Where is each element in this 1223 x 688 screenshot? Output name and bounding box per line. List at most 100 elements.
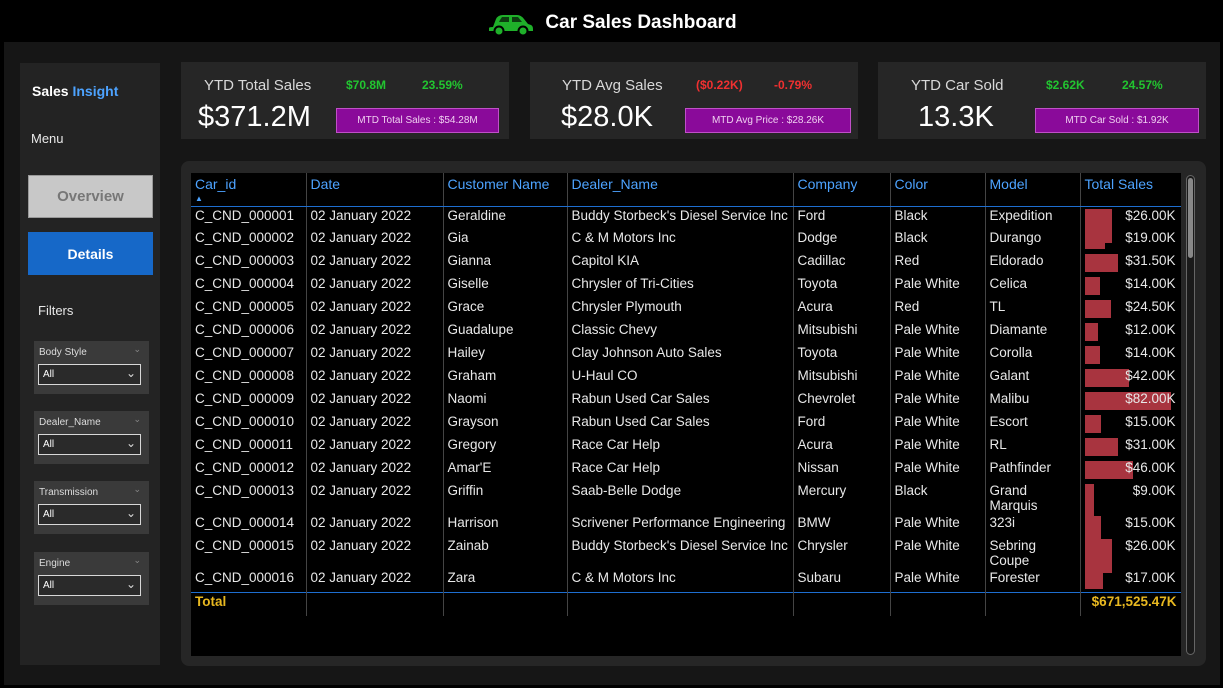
- column-header-dealer-name[interactable]: Dealer_Name: [567, 173, 794, 207]
- cell-car-id: C_CND_000011: [191, 436, 307, 459]
- table-row[interactable]: C_CND_000005 02 January 2022 Grace Chrysler…: [191, 298, 1181, 321]
- cell-company: Mercury: [793, 482, 891, 514]
- column-header-color[interactable]: Color: [890, 173, 986, 207]
- cell-date: 02 January 2022: [306, 229, 444, 252]
- column-header-company[interactable]: Company: [793, 173, 891, 207]
- kpi-ytd-car-sold: YTD Car Sold $2.62K 24.57% 13.3K MTD Car…: [878, 62, 1206, 139]
- chevron-down-icon[interactable]: ⌄: [133, 484, 141, 495]
- cell-car-id: C_CND_000013: [191, 482, 307, 514]
- table-row[interactable]: C_CND_000006 02 January 2022 Guadalupe Clas…: [191, 321, 1181, 344]
- sales-data-bar: [1084, 300, 1111, 318]
- cell-date: 02 January 2022: [306, 390, 444, 413]
- table-row[interactable]: C_CND_000002 02 January 2022 Gia C & M Moto…: [191, 229, 1181, 252]
- sales-value: $15.00K: [1125, 414, 1176, 429]
- table-row[interactable]: C_CND_000012 02 January 2022 Amar'E Race Ca…: [191, 459, 1181, 482]
- cell-total-sales: $15.00K: [1080, 413, 1181, 436]
- cell-car-id: C_CND_000014: [191, 514, 307, 537]
- cell-car-id: C_CND_000012: [191, 459, 307, 482]
- chevron-down-icon: ⌄: [125, 366, 136, 380]
- cell-customer-name: Giselle: [443, 275, 568, 298]
- sales-data-bar: [1084, 438, 1118, 456]
- cell-date: 02 January 2022: [306, 514, 444, 537]
- cell-customer-name: Zara: [443, 569, 568, 592]
- cell-company: Ford: [793, 206, 891, 229]
- overview-button[interactable]: Overview: [28, 175, 153, 218]
- cell-model: Eldorado: [985, 252, 1081, 275]
- table-row[interactable]: C_CND_000010 02 January 2022 Grayson Rabun …: [191, 413, 1181, 436]
- cell-model: Diamante: [985, 321, 1081, 344]
- scrollbar-thumb[interactable]: [1188, 178, 1193, 258]
- cell-total-sales: $31.50K: [1080, 252, 1181, 275]
- table-row[interactable]: C_CND_000008 02 January 2022 Graham U-Haul …: [191, 367, 1181, 390]
- sales-value: $17.00K: [1125, 570, 1176, 585]
- table-row[interactable]: C_CND_000016 02 January 2022 Zara C & M Mot…: [191, 569, 1181, 592]
- cell-customer-name: Gia: [443, 229, 568, 252]
- table-row[interactable]: C_CND_000009 02 January 2022 Naomi Rabun Us…: [191, 390, 1181, 413]
- cell-company: Nissan: [793, 459, 891, 482]
- cell-car-id: C_CND_000002: [191, 229, 307, 252]
- body-style-dropdown[interactable]: All ⌄: [38, 364, 141, 385]
- sales-value: $24.50K: [1125, 299, 1176, 314]
- column-header-customer-name[interactable]: Customer Name: [443, 173, 568, 207]
- table-row[interactable]: C_CND_000007 02 January 2022 Hailey Clay Jo…: [191, 344, 1181, 367]
- cell-total-sales: $26.00K: [1080, 537, 1181, 573]
- cell-model: RL: [985, 436, 1081, 459]
- table-body: C_CND_000001 02 January 2022 Geraldine Budd…: [191, 206, 1181, 592]
- cell-car-id: C_CND_000015: [191, 537, 307, 569]
- cell-date: 02 January 2022: [306, 298, 444, 321]
- column-header-total-sales[interactable]: Total Sales: [1080, 173, 1181, 207]
- column-header-model[interactable]: Model: [985, 173, 1081, 207]
- cell-company: Toyota: [793, 344, 891, 367]
- sales-value: $82.00K: [1125, 391, 1176, 406]
- details-table-wrap: Car_id ▲ Date Customer Name Dealer_Name C…: [191, 173, 1181, 656]
- sales-value: $26.00K: [1125, 538, 1176, 553]
- cell-model: Galant: [985, 367, 1081, 390]
- table-row[interactable]: C_CND_000013 02 January 2022 Griffin Saab-B…: [191, 482, 1181, 518]
- dropdown-value: All: [43, 580, 55, 591]
- table-row[interactable]: C_CND_000004 02 January 2022 Giselle Chrysl…: [191, 275, 1181, 298]
- cell-customer-name: Hailey: [443, 344, 568, 367]
- cell-color: Pale White: [890, 537, 986, 569]
- total-empty-cell: [567, 591, 794, 616]
- table-row[interactable]: C_CND_000003 02 January 2022 Gianna Capitol…: [191, 252, 1181, 275]
- details-button[interactable]: Details: [28, 232, 153, 275]
- sidebar: Sales Insight Menu Overview Details Filt…: [20, 63, 160, 665]
- column-header-car-id[interactable]: Car_id ▲: [191, 173, 307, 207]
- cell-customer-name: Griffin: [443, 482, 568, 514]
- cell-customer-name: Graham: [443, 367, 568, 390]
- transmission-dropdown[interactable]: All ⌄: [38, 504, 141, 525]
- cell-model: Expedition: [985, 206, 1081, 229]
- sales-value: $14.00K: [1125, 345, 1176, 360]
- table-row[interactable]: C_CND_000001 02 January 2022 Geraldine Budd…: [191, 206, 1181, 243]
- cell-date: 02 January 2022: [306, 482, 444, 514]
- kpi-delta-percent: 23.59%: [422, 78, 463, 92]
- page-title: Car Sales Dashboard: [545, 11, 737, 33]
- cell-total-sales: $19.00K: [1080, 229, 1181, 252]
- chevron-down-icon[interactable]: ⌄: [133, 344, 141, 355]
- chevron-down-icon[interactable]: ⌄: [133, 414, 141, 425]
- cell-car-id: C_CND_000004: [191, 275, 307, 298]
- dealer-name-dropdown[interactable]: All ⌄: [38, 434, 141, 455]
- cell-date: 02 January 2022: [306, 252, 444, 275]
- slicer-title: Dealer_Name: [39, 417, 101, 428]
- table-row[interactable]: C_CND_000015 02 January 2022 Zainab Buddy S…: [191, 537, 1181, 573]
- table-row[interactable]: C_CND_000014 02 January 2022 Harrison Scriv…: [191, 514, 1181, 550]
- column-header-date[interactable]: Date: [306, 173, 444, 207]
- kpi-value: 13.3K: [918, 101, 994, 133]
- cell-model: Escort: [985, 413, 1081, 436]
- cell-total-sales: $14.00K: [1080, 275, 1181, 298]
- chevron-down-icon[interactable]: ⌄: [133, 555, 141, 566]
- table-row[interactable]: C_CND_000011 02 January 2022 Gregory Race C…: [191, 436, 1181, 459]
- cell-date: 02 January 2022: [306, 344, 444, 367]
- vertical-scrollbar[interactable]: [1186, 175, 1195, 655]
- cell-date: 02 January 2022: [306, 413, 444, 436]
- cell-company: Acura: [793, 298, 891, 321]
- cell-dealer-name: Buddy Storbeck's Diesel Service Inc: [567, 206, 794, 229]
- cell-color: Pale White: [890, 344, 986, 367]
- cell-dealer-name: Saab-Belle Dodge: [567, 482, 794, 514]
- cell-customer-name: Grace: [443, 298, 568, 321]
- table-total-row: Total $671,525.47K: [191, 591, 1181, 616]
- engine-dropdown[interactable]: All ⌄: [38, 575, 141, 596]
- cell-dealer-name: Rabun Used Car Sales: [567, 413, 794, 436]
- kpi-value: $28.0K: [561, 101, 653, 133]
